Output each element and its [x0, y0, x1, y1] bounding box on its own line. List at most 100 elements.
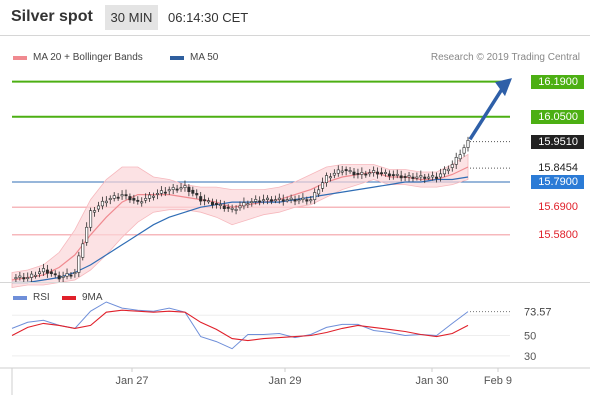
candle-body	[226, 206, 230, 209]
candle-body	[446, 168, 450, 172]
candle-body	[352, 171, 356, 176]
candle-body	[321, 182, 325, 189]
candle-body	[376, 171, 380, 175]
candle-body	[435, 176, 439, 179]
candle-body	[281, 199, 285, 202]
candle-body	[38, 271, 42, 275]
candle-body	[297, 199, 301, 202]
legend-rsi-label: RSI	[33, 292, 50, 303]
price-label-support: 15.6900	[538, 201, 578, 214]
candle-body	[116, 196, 120, 199]
candle-body	[458, 154, 462, 160]
price-chart: 73.57 50 30 Jan 27 Jan 29 Jan 30 Feb 9	[0, 78, 590, 395]
candle-body	[246, 203, 250, 206]
candle-body	[407, 175, 411, 178]
candle-body	[167, 189, 171, 192]
candle-body	[368, 172, 372, 175]
candle-body	[242, 202, 246, 207]
candle-body	[277, 197, 281, 200]
candle-body	[207, 200, 211, 203]
rsi-tick-label: 50	[524, 331, 536, 343]
candle-body	[238, 205, 242, 209]
legend-rsi: RSI	[13, 292, 50, 303]
candle-body	[195, 193, 199, 196]
candle-body	[423, 176, 427, 179]
candle-body	[427, 176, 431, 179]
candle-body	[93, 210, 97, 213]
candle-body	[148, 194, 152, 199]
rsi-tick-label: 30	[524, 351, 536, 363]
candle-body	[61, 275, 65, 278]
candle-body	[179, 187, 183, 190]
candle-body	[100, 200, 104, 207]
candle-body	[254, 199, 258, 202]
candle-body	[104, 200, 108, 204]
bollinger-band	[11, 153, 469, 288]
candle-body	[234, 208, 238, 211]
candle-body	[289, 197, 293, 200]
candle-body	[328, 176, 332, 179]
candle-body	[124, 194, 128, 197]
candle-body	[250, 201, 254, 204]
rsi-swatch	[13, 295, 27, 300]
candle-body	[65, 273, 69, 277]
forecast-arrow-shaft	[468, 88, 504, 141]
candle-body	[132, 198, 136, 201]
candle-body	[18, 275, 22, 278]
candle-body	[163, 191, 167, 194]
candle-body	[187, 186, 191, 193]
candle-body	[348, 170, 352, 172]
candle-body	[317, 189, 321, 195]
candle-body	[77, 255, 81, 273]
candle-body	[269, 199, 273, 202]
price-label-target: 16.1900	[531, 74, 584, 89]
candle-body	[356, 172, 360, 175]
candle-body	[89, 210, 93, 228]
legend-9ma-label: 9MA	[82, 292, 103, 303]
candle-body	[45, 269, 49, 274]
candle-body	[391, 174, 395, 177]
candle-body	[41, 268, 45, 273]
candle-body	[403, 176, 407, 178]
price-label-pivot: 15.7900	[531, 175, 584, 190]
candle-body	[395, 173, 399, 176]
candle-body	[411, 176, 415, 179]
legend-9ma: 9MA	[62, 292, 103, 303]
candle-body	[415, 176, 419, 179]
candle-body	[309, 199, 313, 202]
candle-body	[332, 172, 336, 176]
candle-body	[85, 226, 89, 243]
candle-body	[120, 194, 124, 197]
candle-body	[14, 277, 18, 279]
candle-body	[22, 277, 26, 280]
candle-body	[285, 199, 289, 202]
time-tick-label: Jan 29	[268, 375, 301, 387]
candle-body	[372, 170, 376, 173]
candle-body	[214, 203, 218, 205]
candle-body	[431, 175, 435, 178]
candle-body	[262, 199, 266, 202]
candle-body	[191, 189, 195, 194]
candle-body	[96, 205, 100, 210]
candle-body	[230, 207, 234, 210]
candle-body	[81, 243, 85, 258]
candle-body	[203, 199, 207, 202]
candle-body	[419, 175, 423, 178]
candle-body	[454, 157, 458, 165]
candle-body	[53, 273, 57, 276]
candle-body	[112, 195, 116, 199]
candle-body	[313, 192, 317, 200]
candle-body	[30, 273, 34, 278]
candle-body	[380, 172, 384, 175]
rsi-line	[11, 301, 469, 350]
candle-body	[293, 199, 297, 202]
candle-body	[152, 195, 156, 198]
candle-body	[383, 172, 387, 174]
time-tick-label: Jan 30	[415, 375, 448, 387]
ma9-swatch	[62, 295, 76, 300]
candle-body	[462, 147, 466, 154]
candle-body	[340, 170, 344, 173]
candle-body	[222, 205, 226, 209]
candle-body	[171, 187, 175, 190]
candle-body	[26, 277, 30, 279]
